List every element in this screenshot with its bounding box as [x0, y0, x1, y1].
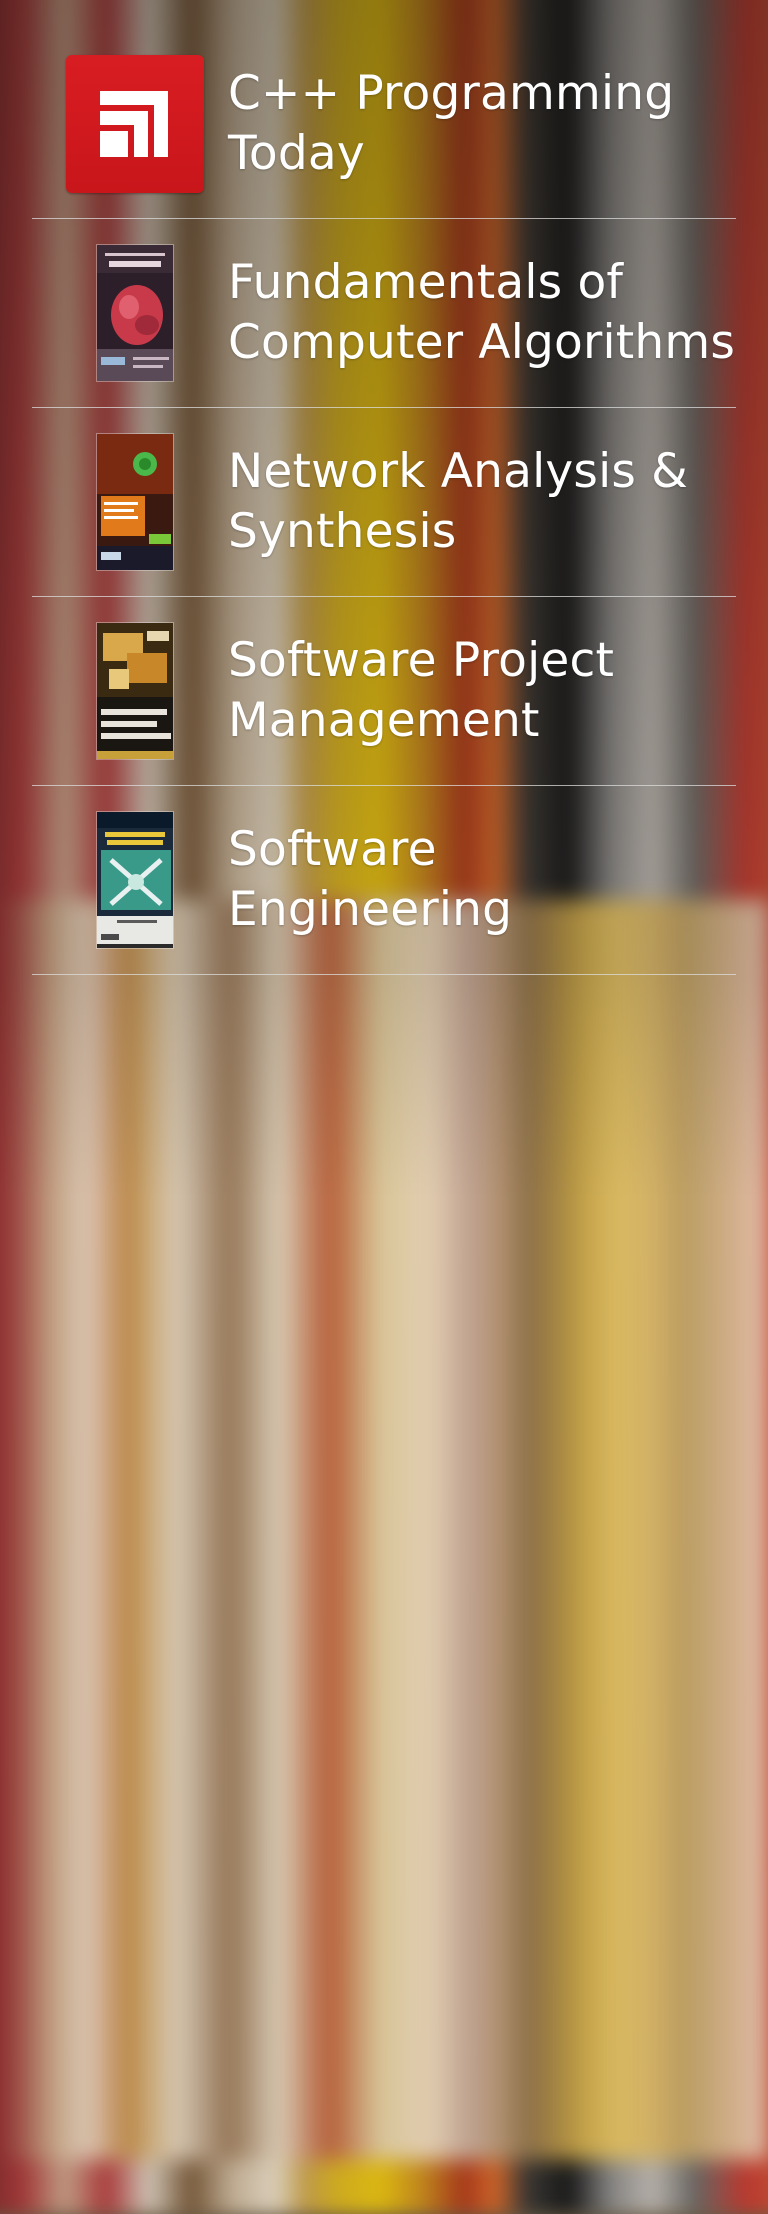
list-item-label: C++ Programming Today [228, 66, 675, 181]
list-item-label: Software Engineering [228, 822, 513, 937]
list-item-fundamentals-of-computer-algorithms[interactable]: Fundamentals of Computer Algorithms [32, 219, 736, 408]
list-item-cpp-programming-today[interactable]: C++ Programming Today [32, 30, 736, 219]
book-cover-icon [96, 811, 174, 949]
thumbnail [66, 244, 204, 382]
book-cover-icon [96, 244, 174, 382]
book-cover-icon [96, 622, 174, 760]
list-item-network-analysis-synthesis[interactable]: Network Analysis & Synthesis [32, 408, 736, 597]
thumbnail [66, 811, 204, 949]
list-item-software-engineering[interactable]: Software Engineering [32, 786, 736, 975]
list-item-label: Software Project Management [228, 633, 615, 748]
list-item-label: Fundamentals of Computer Algorithms [228, 255, 736, 370]
thumbnail [66, 433, 204, 571]
list-item-label: Network Analysis & Synthesis [228, 444, 689, 559]
app-logo-icon [66, 55, 204, 193]
thumbnail [66, 55, 204, 193]
book-list: C++ Programming Today Fundamentals of Co… [32, 30, 736, 975]
book-cover-icon [96, 433, 174, 571]
thumbnail [66, 622, 204, 760]
list-item-software-project-management[interactable]: Software Project Management [32, 597, 736, 786]
